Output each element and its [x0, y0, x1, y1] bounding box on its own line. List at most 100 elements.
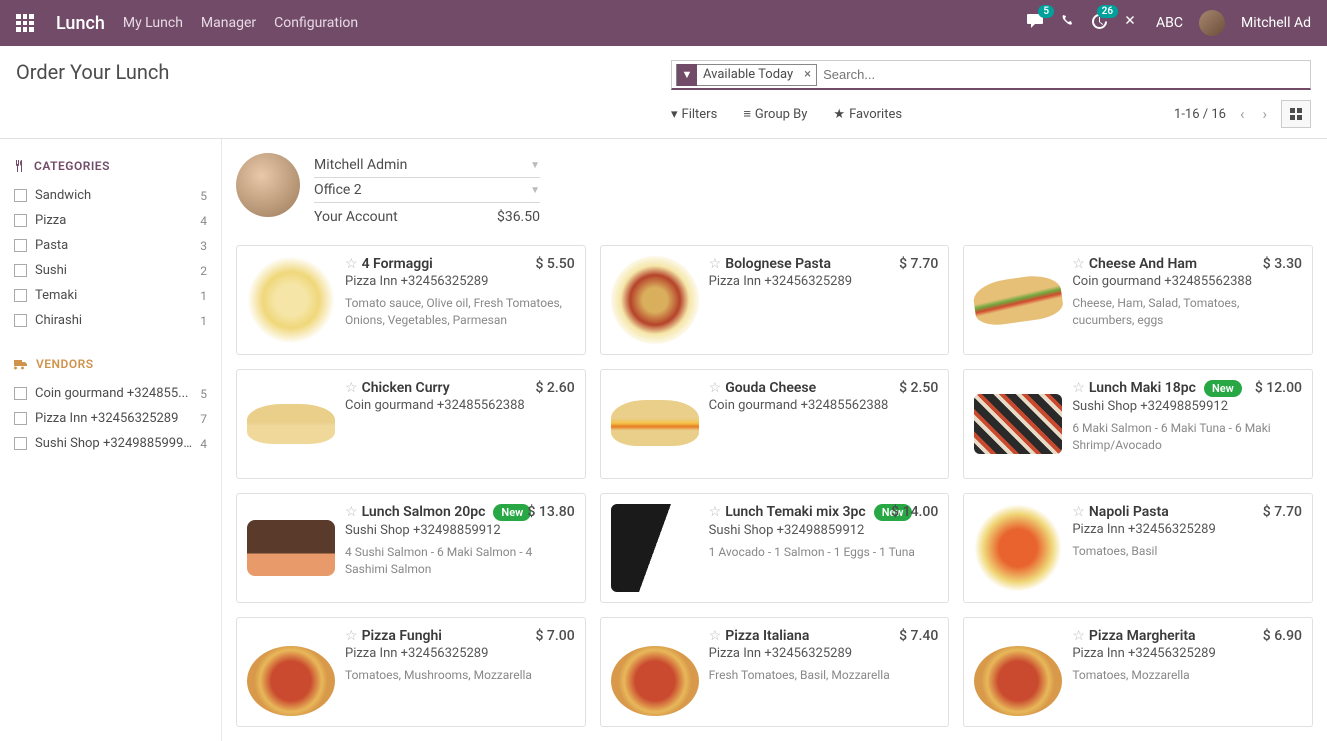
product-description: 6 Maki Salmon - 6 Maki Tuna - 6 Maki Shr…: [1072, 420, 1302, 454]
search-facet: ▼ Available Today ×: [676, 64, 817, 86]
checkbox[interactable]: [14, 412, 27, 425]
app-brand[interactable]: Lunch: [56, 13, 105, 34]
favorite-star-icon[interactable]: ☆: [709, 504, 722, 520]
product-card[interactable]: $ 7.70☆Bolognese PastaPizza Inn +3245632…: [600, 245, 950, 355]
vendor-label: Coin gourmand +324855...: [35, 386, 192, 401]
facet-remove-icon[interactable]: ×: [799, 67, 816, 82]
favorite-star-icon[interactable]: ☆: [345, 380, 358, 396]
user-avatar-icon[interactable]: [1199, 10, 1225, 36]
product-price: $ 12.00: [1255, 380, 1302, 396]
product-image: [247, 256, 335, 344]
pager-text: 1-16 / 16: [1174, 107, 1226, 122]
favorite-star-icon[interactable]: ☆: [709, 256, 722, 272]
product-vendor: Pizza Inn +32456325289: [709, 274, 939, 289]
category-item[interactable]: Pizza4: [14, 208, 207, 233]
checkbox[interactable]: [14, 239, 27, 252]
checkbox[interactable]: [14, 264, 27, 277]
search-input[interactable]: [817, 67, 1306, 82]
product-card[interactable]: $ 6.90☆Pizza MargheritaPizza Inn +324563…: [963, 617, 1313, 727]
product-vendor: Pizza Inn +32456325289: [345, 274, 575, 289]
checkbox[interactable]: [14, 189, 27, 202]
vendor-label: Sushi Shop +3249885999...: [35, 436, 192, 451]
product-card[interactable]: $ 13.80☆Lunch Salmon 20pcNewSushi Shop +…: [236, 493, 586, 603]
nav-configuration[interactable]: Configuration: [274, 15, 358, 31]
product-image: [611, 400, 699, 446]
kanban-view-button[interactable]: [1281, 100, 1311, 128]
favorite-star-icon[interactable]: ☆: [709, 628, 722, 644]
activities-badge: 26: [1097, 5, 1118, 18]
favorite-star-icon[interactable]: ☆: [345, 504, 358, 520]
vendor-item[interactable]: Pizza Inn +324563252897: [14, 406, 207, 431]
product-card[interactable]: $ 2.50☆Gouda CheeseCoin gourmand +324855…: [600, 369, 950, 479]
product-vendor: Sushi Shop +32498859912: [345, 523, 575, 538]
phone-icon[interactable]: [1060, 14, 1075, 33]
product-card[interactable]: $ 3.30☆Cheese And HamCoin gourmand +3248…: [963, 245, 1313, 355]
category-label: Sandwich: [35, 188, 192, 203]
vendor-item[interactable]: Sushi Shop +3249885999...4: [14, 431, 207, 456]
activities-icon[interactable]: 26: [1091, 13, 1108, 34]
favorite-star-icon[interactable]: ☆: [345, 256, 358, 272]
category-count: 5: [200, 189, 207, 203]
product-vendor: Sushi Shop +32498859912: [1072, 399, 1302, 414]
product-title: Pizza Margherita: [1089, 628, 1196, 644]
nav-manager[interactable]: Manager: [201, 15, 256, 31]
filters-button[interactable]: ▾Filters: [671, 107, 717, 122]
category-item[interactable]: Chirashi1: [14, 308, 207, 333]
list-icon: ≡: [743, 106, 751, 122]
user-name[interactable]: Mitchell Ad: [1241, 15, 1311, 31]
category-count: 1: [200, 289, 207, 303]
category-item[interactable]: Pasta3: [14, 233, 207, 258]
product-price: $ 5.50: [535, 256, 574, 272]
checkbox[interactable]: [14, 214, 27, 227]
checkbox[interactable]: [14, 314, 27, 327]
user-select[interactable]: Mitchell Admin▼: [314, 153, 540, 178]
product-card[interactable]: $ 14.00☆Lunch Temaki mix 3pcNewSushi Sho…: [600, 493, 950, 603]
product-price: $ 2.50: [899, 380, 938, 396]
product-card[interactable]: $ 2.60☆Chicken CurryCoin gourmand +32485…: [236, 369, 586, 479]
checkbox[interactable]: [14, 437, 27, 450]
product-card[interactable]: $ 7.00☆Pizza FunghiPizza Inn +3245632528…: [236, 617, 586, 727]
filter-icon: ▼: [677, 64, 697, 86]
product-card[interactable]: $ 7.40☆Pizza ItalianaPizza Inn +32456325…: [600, 617, 950, 727]
favorites-button[interactable]: ★Favorites: [833, 107, 902, 122]
product-title: Lunch Temaki mix 3pc: [725, 504, 865, 520]
nav-my-lunch[interactable]: My Lunch: [123, 15, 183, 31]
favorite-star-icon[interactable]: ☆: [709, 380, 722, 396]
product-card[interactable]: $ 12.00☆Lunch Maki 18pcNewSushi Shop +32…: [963, 369, 1313, 479]
pager-next-icon[interactable]: ›: [1258, 101, 1271, 127]
chevron-down-icon: ▼: [530, 185, 540, 196]
favorite-star-icon[interactable]: ☆: [1072, 628, 1085, 644]
company-name[interactable]: ABC: [1156, 15, 1183, 31]
product-title: Lunch Salmon 20pc: [362, 504, 486, 520]
favorite-star-icon[interactable]: ☆: [1072, 504, 1085, 520]
product-vendor: Coin gourmand +32485562388: [709, 398, 939, 413]
product-price: $ 7.40: [899, 628, 938, 644]
apps-icon[interactable]: [16, 14, 34, 32]
vendor-item[interactable]: Coin gourmand +324855...5: [14, 381, 207, 406]
category-item[interactable]: Sushi2: [14, 258, 207, 283]
favorite-star-icon[interactable]: ☆: [1072, 380, 1085, 396]
groupby-button[interactable]: ≡Group By: [743, 106, 807, 122]
debug-icon[interactable]: [1124, 13, 1140, 33]
product-card[interactable]: $ 7.70☆Napoli PastaPizza Inn +3245632528…: [963, 493, 1313, 603]
category-item[interactable]: Sandwich 5: [14, 183, 207, 208]
pager-prev-icon[interactable]: ‹: [1236, 101, 1249, 127]
search-box[interactable]: ▼ Available Today ×: [671, 60, 1311, 90]
category-item[interactable]: Temaki 1: [14, 283, 207, 308]
product-card[interactable]: $ 5.50☆4 FormaggiPizza Inn +32456325289T…: [236, 245, 586, 355]
checkbox[interactable]: [14, 289, 27, 302]
favorite-star-icon[interactable]: ☆: [1072, 256, 1085, 272]
account-label: Your Account: [314, 209, 398, 225]
product-price: $ 13.80: [528, 504, 575, 520]
favorite-star-icon[interactable]: ☆: [345, 628, 358, 644]
product-title: Pizza Funghi: [362, 628, 442, 644]
messages-icon[interactable]: 5: [1026, 13, 1044, 33]
product-description: Tomatoes, Basil: [1072, 543, 1302, 560]
category-label: Temaki: [35, 288, 192, 303]
product-image: [611, 256, 699, 344]
facet-label: Available Today: [697, 67, 799, 82]
category-count: 3: [200, 239, 207, 253]
office-select[interactable]: Office 2▼: [314, 178, 540, 203]
checkbox[interactable]: [14, 387, 27, 400]
product-description: Cheese, Ham, Salad, Tomatoes, cucumbers,…: [1072, 295, 1302, 329]
